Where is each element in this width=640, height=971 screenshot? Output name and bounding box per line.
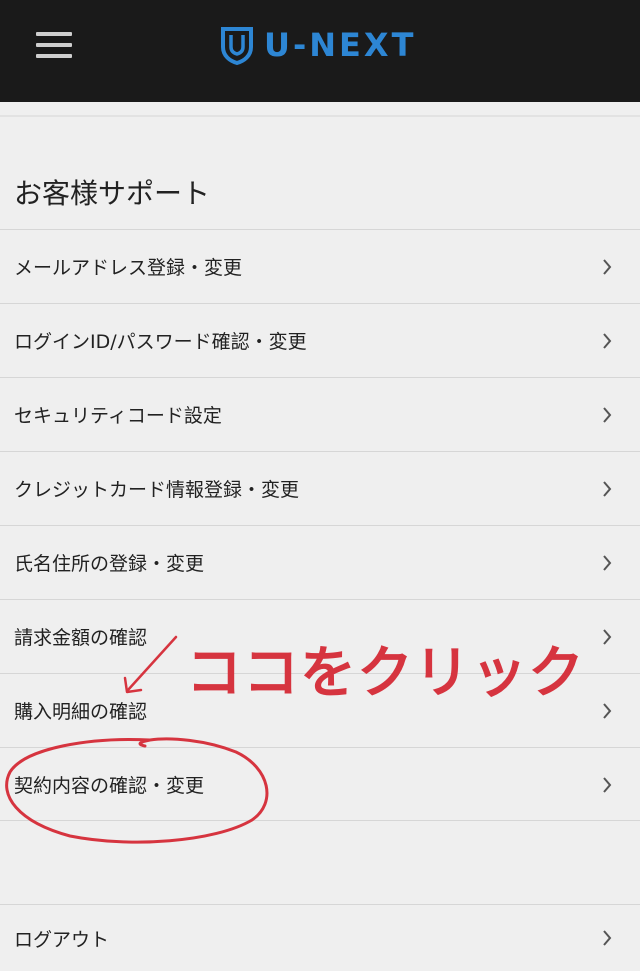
chevron-right-icon — [603, 258, 612, 275]
shield-icon — [221, 27, 253, 65]
annotation-text: ココをクリック — [186, 641, 585, 706]
chevron-right-icon — [603, 628, 612, 645]
menu-item-name-address[interactable]: 氏名住所の登録・変更 — [0, 525, 640, 599]
divider — [0, 115, 640, 117]
menu-item-label: 契約内容の確認・変更 — [14, 775, 205, 797]
divider — [0, 820, 640, 821]
menu-item-label: クレジットカード情報登録・変更 — [14, 479, 300, 501]
menu-item-contract[interactable]: 契約内容の確認・変更 — [0, 747, 640, 821]
menu-item-label: 氏名住所の登録・変更 — [14, 553, 205, 575]
menu-item-login-password[interactable]: ログインID/パスワード確認・変更 — [0, 303, 640, 377]
chevron-right-icon — [603, 332, 612, 349]
chevron-right-icon — [603, 406, 612, 423]
chevron-right-icon — [603, 930, 612, 946]
menu-item-label: ログインID/パスワード確認・変更 — [14, 331, 307, 353]
menu-item-label: 購入明細の確認 — [14, 701, 148, 723]
menu-item-email[interactable]: メールアドレス登録・変更 — [0, 229, 640, 303]
logo-text: U-NEXT — [264, 26, 417, 64]
hamburger-icon[interactable] — [36, 32, 72, 58]
chevron-right-icon — [603, 702, 612, 719]
logout-label: ログアウト — [14, 928, 110, 951]
logo[interactable]: U-NEXT — [220, 24, 416, 66]
section-title: お客様サポート — [14, 177, 211, 210]
chevron-right-icon — [603, 776, 612, 793]
chevron-right-icon — [603, 480, 612, 497]
app-header: U-NEXT — [0, 0, 640, 102]
menu-item-security-code[interactable]: セキュリティコード設定 — [0, 377, 640, 451]
chevron-right-icon — [603, 554, 612, 571]
logout-button[interactable]: ログアウト — [0, 904, 640, 971]
menu-item-credit-card[interactable]: クレジットカード情報登録・変更 — [0, 451, 640, 525]
menu-item-label: 請求金額の確認 — [14, 627, 148, 649]
menu-item-label: セキュリティコード設定 — [14, 405, 222, 427]
support-menu-list: メールアドレス登録・変更 ログインID/パスワード確認・変更 セキュリティコード… — [0, 229, 640, 821]
menu-item-label: メールアドレス登録・変更 — [14, 257, 243, 279]
